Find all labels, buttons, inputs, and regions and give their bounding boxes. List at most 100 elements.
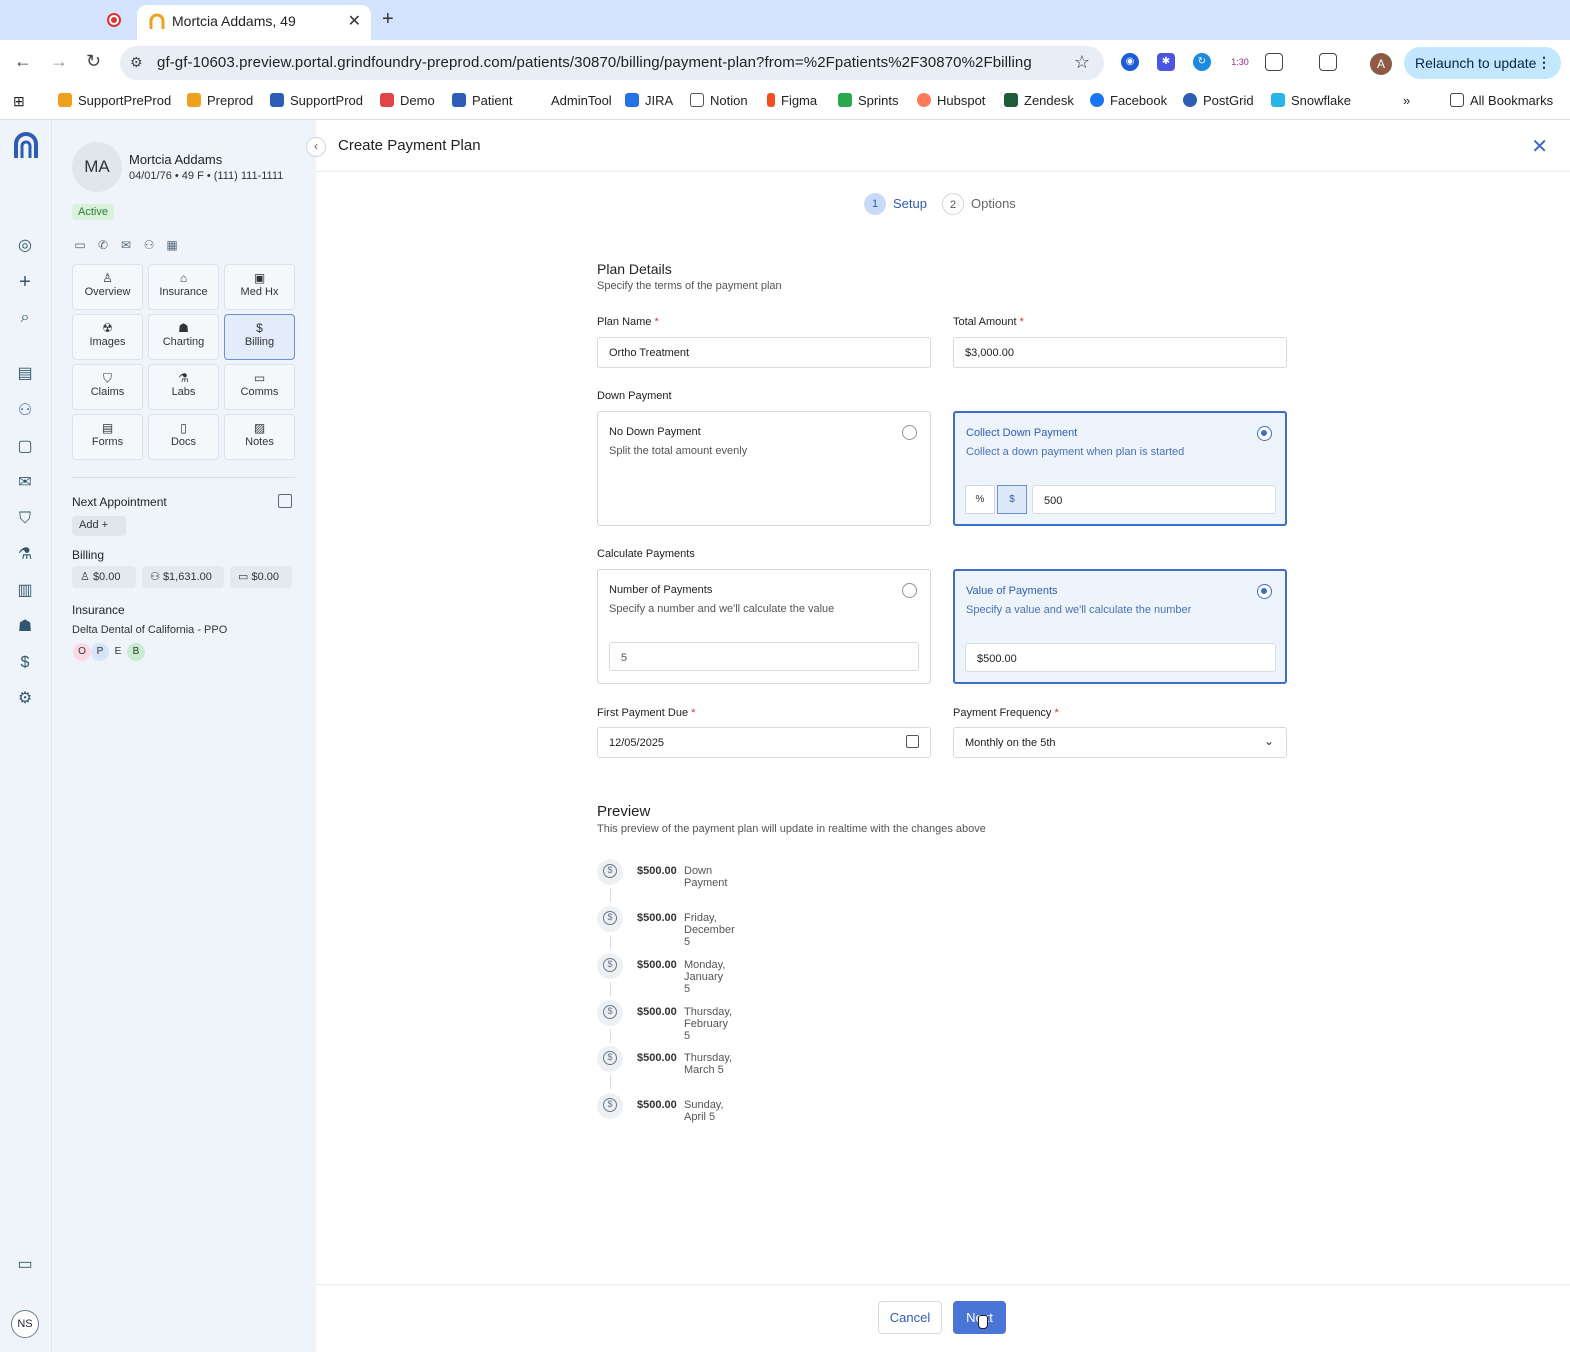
nav-tile-insurance[interactable]: ⌂ Insurance [148, 264, 219, 310]
add-icon[interactable]: + [14, 271, 36, 293]
relaunch-button[interactable]: Relaunch to update ⋮ [1404, 47, 1561, 79]
nav-tile-notes[interactable]: ▨ Notes [224, 414, 295, 460]
radio-button[interactable] [902, 425, 917, 440]
calendar-icon[interactable] [906, 735, 919, 748]
bookmark-item[interactable]: PostGrid [1183, 93, 1254, 108]
more-menu-icon[interactable]: ⋮ [1537, 54, 1551, 71]
user-avatar[interactable]: NS [11, 1310, 39, 1338]
nav-tile-forms[interactable]: ▤ Forms [72, 414, 143, 460]
nav-tile-charting[interactable]: ☗ Charting [148, 314, 219, 360]
nav-tile-overview[interactable]: ♙ Overview [72, 264, 143, 310]
wallet-balance-chip[interactable]: ▭ $0.00 [230, 566, 292, 588]
add-appointment-button[interactable]: Add + [72, 516, 126, 536]
value-of-payments-input[interactable]: $500.00 [965, 643, 1276, 672]
bookmark-item[interactable]: Preprod [187, 93, 253, 108]
family-balance-chip[interactable]: ⚇ $1,631.00 [142, 566, 224, 588]
bookmark-item[interactable]: SupportPreProd [58, 93, 171, 108]
browser-tab[interactable]: Mortcia Addams, 49 ✕ [137, 5, 371, 40]
site-info-icon[interactable]: ⚙ [130, 54, 143, 71]
reports-chart-icon[interactable]: ▥ [14, 580, 36, 602]
bookmark-star-icon[interactable]: ☆ [1074, 52, 1090, 73]
nav-tile-comms[interactable]: ▭ Comms [224, 364, 295, 410]
timer-extension-icon[interactable]: 1:30 [1229, 48, 1251, 67]
lab-flask-icon[interactable]: ⚗ [14, 544, 36, 566]
reload-icon[interactable]: ↻ [86, 51, 101, 72]
plan-name-input[interactable]: Ortho Treatment [597, 337, 931, 368]
payment-frequency-select[interactable]: Monthly on the 5th ⌄ [953, 727, 1287, 758]
schedule-icon[interactable]: ▤ [14, 363, 36, 385]
back-icon[interactable]: ← [14, 51, 32, 72]
total-amount-input[interactable]: $3,000.00 [953, 337, 1287, 368]
bookmark-item[interactable]: JIRA [625, 93, 673, 108]
dollar-toggle[interactable]: $ [997, 485, 1027, 514]
step-options[interactable]: Options [971, 196, 1016, 211]
settings-gear-icon[interactable]: ⚙ [14, 688, 36, 710]
all-bookmarks-folder[interactable]: All Bookmarks [1450, 93, 1553, 108]
mail-icon[interactable]: ✉ [14, 472, 36, 494]
patient-balance-chip[interactable]: ♙ $0.00 [72, 566, 136, 588]
messages-icon[interactable]: ▢ [14, 436, 36, 458]
bookmark-item[interactable]: Demo [380, 93, 435, 108]
percent-toggle[interactable]: % [965, 485, 995, 514]
phone-icon[interactable]: ✆ [95, 238, 111, 252]
bookmark-item[interactable]: Snowflake [1271, 93, 1351, 108]
calendar-icon[interactable] [278, 494, 292, 508]
radio-button[interactable] [1257, 426, 1272, 441]
collect-down-payment-option[interactable]: Collect Down Payment Collect a down paym… [953, 411, 1287, 526]
email-icon[interactable]: ✉ [118, 238, 134, 252]
radio-button[interactable] [1257, 584, 1272, 599]
bookmark-item[interactable]: AdminTool [551, 93, 612, 108]
close-icon[interactable]: ✕ [1531, 134, 1548, 159]
bookmark-item[interactable]: Sprints [838, 93, 898, 108]
search-icon[interactable]: ⌕ [14, 307, 36, 329]
family-icon[interactable]: ⚇ [141, 238, 157, 252]
step-setup[interactable]: Setup [893, 196, 927, 211]
collapse-sidebar-icon[interactable]: ‹ [306, 137, 326, 157]
cancel-button[interactable]: Cancel [878, 1301, 942, 1334]
app-logo-icon[interactable] [12, 132, 40, 160]
new-tab-icon[interactable]: + [382, 8, 394, 31]
bookmark-item[interactable]: SupportProd [270, 93, 363, 108]
patients-icon[interactable]: ⚇ [14, 400, 36, 422]
address-bar[interactable]: ⚙ gf-gf-10603.preview.portal.grindfoundr… [120, 46, 1104, 80]
extension-icon[interactable]: ✱ [1157, 53, 1175, 71]
tooth-icon[interactable]: ☗ [14, 616, 36, 638]
radio-button[interactable] [902, 583, 917, 598]
more-bookmarks-icon[interactable]: » [1403, 93, 1410, 108]
profile-avatar[interactable]: A [1370, 53, 1392, 75]
bookmark-item[interactable]: Facebook [1090, 93, 1167, 108]
insurance-name[interactable]: Delta Dental of California - PPO [72, 624, 227, 636]
tab-search-icon[interactable] [1319, 53, 1337, 71]
bookmark-item[interactable]: Notion [690, 93, 748, 108]
calendar-icon[interactable]: ▦ [164, 238, 180, 252]
down-payment-input[interactable]: 500 [1032, 485, 1276, 514]
value-of-payments-option[interactable]: Value of Payments Specify a value and we… [953, 569, 1287, 684]
shield-icon[interactable]: ⛉ [14, 508, 36, 530]
bookmark-item[interactable]: Zendesk [1004, 93, 1074, 108]
patient-name[interactable]: Mortcia Addams [129, 152, 222, 167]
nav-tile-medhx[interactable]: ▣ Med Hx [224, 264, 295, 310]
no-down-payment-option[interactable]: No Down Payment Split the total amount e… [597, 411, 931, 526]
first-payment-due-input[interactable]: 12/05/2025 [597, 727, 931, 758]
vision-icon[interactable]: ◎ [14, 235, 36, 257]
password-manager-icon[interactable]: ◉ [1121, 53, 1139, 71]
nav-tile-docs[interactable]: ▯ Docs [148, 414, 219, 460]
extensions-puzzle-icon[interactable] [1265, 53, 1283, 71]
apps-grid-icon[interactable]: ⊞ [13, 93, 25, 110]
billing-dollar-icon[interactable]: $ [14, 652, 36, 674]
nav-tile-images[interactable]: ☢ Images [72, 314, 143, 360]
nav-tile-labs[interactable]: ⚗ Labs [148, 364, 219, 410]
chat-icon[interactable]: ▭ [72, 238, 88, 252]
bookmark-item[interactable]: Figma [767, 93, 817, 108]
nav-tile-billing[interactable]: $ Billing [224, 314, 295, 360]
forward-icon[interactable]: → [50, 51, 68, 72]
number-of-payments-input[interactable]: 5 [609, 642, 919, 671]
tab-close-icon[interactable]: ✕ [348, 11, 361, 31]
bookmark-item[interactable]: Patient [452, 93, 512, 108]
extension-icon[interactable]: ↻ [1193, 53, 1211, 71]
bookmark-item[interactable]: Hubspot [917, 93, 985, 108]
number-of-payments-option[interactable]: Number of Payments Specify a number and … [597, 569, 931, 684]
display-icon[interactable]: ▭ [14, 1254, 36, 1276]
nav-tile-claims[interactable]: ⛉ Claims [72, 364, 143, 410]
recording-icon[interactable] [107, 13, 121, 27]
